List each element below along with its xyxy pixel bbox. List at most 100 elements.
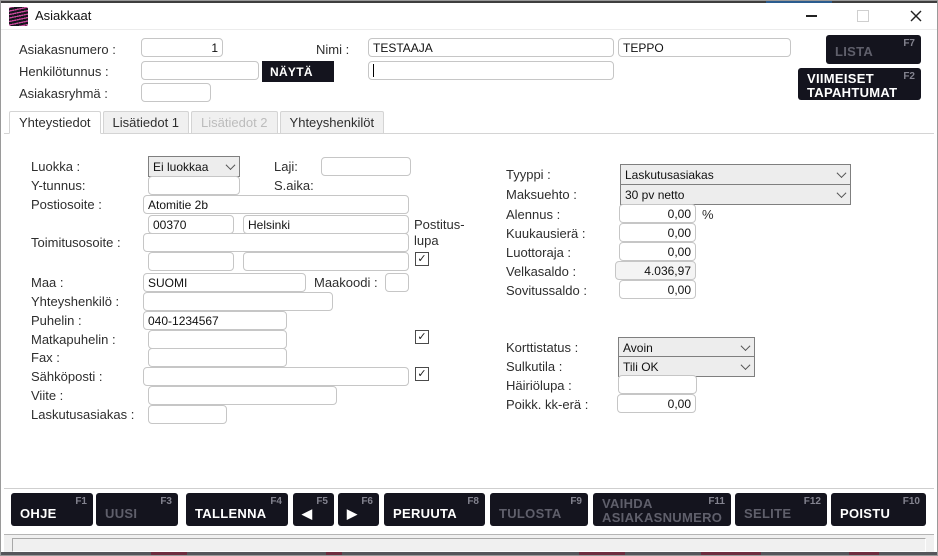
maa-label: Maa : [31,275,64,290]
screen-edge-artifact [1,552,937,555]
sovitussaldo-input[interactable] [619,280,696,299]
sovitussaldo-label: Sovitussaldo : [506,283,587,298]
maa-input[interactable] [143,273,306,292]
postiosoite-label: Postiosoite : [31,197,102,212]
fax-input[interactable] [148,348,287,367]
nimi-input-2[interactable] [618,38,791,57]
matkapuhelin-checkbox[interactable]: ✓ [415,330,429,344]
toimitusosoite-label: Toimitusosoite : [31,235,121,250]
previous-button[interactable]: ◀ F5 [293,493,334,526]
henkilotunnus-input[interactable] [141,61,259,80]
window-title: Asiakkaat [35,8,91,23]
puhelin-input[interactable] [143,311,287,330]
tyyppi-select[interactable]: Laskutusasiakas [620,164,851,185]
toimitus-toimipaikka-input[interactable] [243,252,409,271]
luokka-select[interactable]: Ei luokkaa [148,156,240,177]
vaihda-asiakasnumero-button: VAIHDA ASIAKASNUMERO F11 [593,493,731,526]
maakoodi-input[interactable] [385,273,409,292]
tab-bar: Yhteystiedot Lisätiedot 1 Lisätiedot 2 Y… [4,111,934,134]
viite-input[interactable] [148,386,337,405]
postiosoite-input[interactable] [143,195,409,214]
laji-input[interactable] [321,157,411,176]
kuukausiera-label: Kuukausierä : [506,226,586,241]
korttistatus-select[interactable]: Avoin [618,337,755,358]
laskutusasiakas-input[interactable] [148,405,227,424]
text-caret [373,64,374,77]
kuukausiera-input[interactable] [619,223,696,242]
uusi-button: UUSI F3 [96,493,178,526]
chevron-down-icon [737,357,754,376]
tulosta-button: TULOSTA F9 [490,493,588,526]
hairiolupa-input[interactable] [618,375,697,394]
close-icon [910,10,922,22]
maksuehto-label: Maksuehto : [506,187,577,202]
matkapuhelin-label: Matkapuhelin : [31,332,116,347]
sahkoposti-input[interactable] [143,367,409,386]
maksuehto-select[interactable]: 30 pv netto [620,184,851,205]
velkasaldo-label: Velkasaldo : [506,264,576,279]
asiakasnumero-input[interactable] [141,38,223,57]
next-button[interactable]: ▶ F6 [338,493,379,526]
asiakasryhma-label: Asiakasryhmä : [19,86,108,101]
postinumero-input[interactable] [148,215,234,234]
luottoraja-input[interactable] [619,242,696,261]
ytunnus-label: Y-tunnus: [31,178,85,193]
minimize-icon [806,15,817,17]
tallenna-button[interactable]: TALLENNA F4 [186,493,288,526]
app-icon [9,7,28,26]
matkapuhelin-input[interactable] [148,330,287,349]
laskutusasiakas-label: Laskutusasiakas : [31,407,134,422]
hairiolupa-label: Häiriölupa : [506,378,572,393]
saika-label: S.aika: [274,178,314,193]
yhteyshenkilo-input[interactable] [143,292,333,311]
tab-lisatiedot-1[interactable]: Lisätiedot 1 [103,111,190,133]
maakoodi-label: Maakoodi : [314,275,378,290]
postituslupa-label-1: Postitus- [414,217,465,232]
lista-fkey: F7 [903,38,915,49]
asiakasnumero-label: Asiakasnumero : [19,42,116,57]
sahkoposti-checkbox[interactable]: ✓ [415,367,429,381]
toimitusosoite-input[interactable] [143,233,409,252]
tab-yhteyshenkilot[interactable]: Yhteyshenkilöt [280,111,385,133]
viimeiset-tapahtumat-button[interactable]: VIIMEISET TAPAHTUMAT F2 [798,68,921,100]
tab-yhteystiedot[interactable]: Yhteystiedot [9,111,101,134]
henkilotunnus-label: Henkilötunnus : [19,64,109,79]
alennus-label: Alennus : [506,207,560,222]
tab-lisatiedot-2: Lisätiedot 2 [191,111,278,133]
close-button[interactable] [894,3,938,29]
nimi-input-1[interactable] [368,38,614,57]
tyyppi-label: Tyyppi : [506,167,551,182]
alennus-input[interactable] [619,204,696,223]
toimitus-postinumero-input[interactable] [148,252,234,271]
viimeiset-fkey: F2 [903,71,915,82]
selite-button: SELITE F12 [735,493,827,526]
puhelin-label: Puhelin : [31,313,82,328]
postituslupa-label-2: lupa [414,233,439,248]
korttistatus-label: Korttistatus : [506,340,578,355]
postituslupa-checkbox[interactable]: ✓ [415,252,429,266]
alennus-unit-label: % [702,207,714,222]
chevron-down-icon [833,185,850,204]
peruuta-button[interactable]: PERUUTA F8 [384,493,485,526]
maximize-icon [857,10,869,22]
luottoraja-label: Luottoraja : [506,245,571,260]
prev-arrow-icon: ◀ [302,507,328,521]
yhteyshenkilo-label: Yhteyshenkilö : [31,294,119,309]
lista-button[interactable]: LISTA F7 [826,35,921,64]
nimi-input-3[interactable] [368,61,614,80]
fax-label: Fax : [31,350,60,365]
viite-label: Viite : [31,388,63,403]
sulkutila-select[interactable]: Tili OK [618,356,755,377]
nayta-button[interactable]: NÄYTÄ [262,61,334,82]
poikk-kk-era-input[interactable] [617,394,696,413]
minimize-button[interactable] [789,3,833,29]
postitoimipaikka-input[interactable] [243,215,409,234]
status-message-area [12,538,926,552]
chevron-down-icon [833,165,850,184]
poistu-button[interactable]: POISTU F10 [831,493,926,526]
ohje-button[interactable]: OHJE F1 [11,493,93,526]
asiakasryhma-input[interactable] [141,83,211,102]
ytunnus-input[interactable] [148,176,240,195]
poikk-kk-era-label: Poikk. kk-erä : [506,397,588,412]
title-bar: Asiakkaat [1,3,937,30]
